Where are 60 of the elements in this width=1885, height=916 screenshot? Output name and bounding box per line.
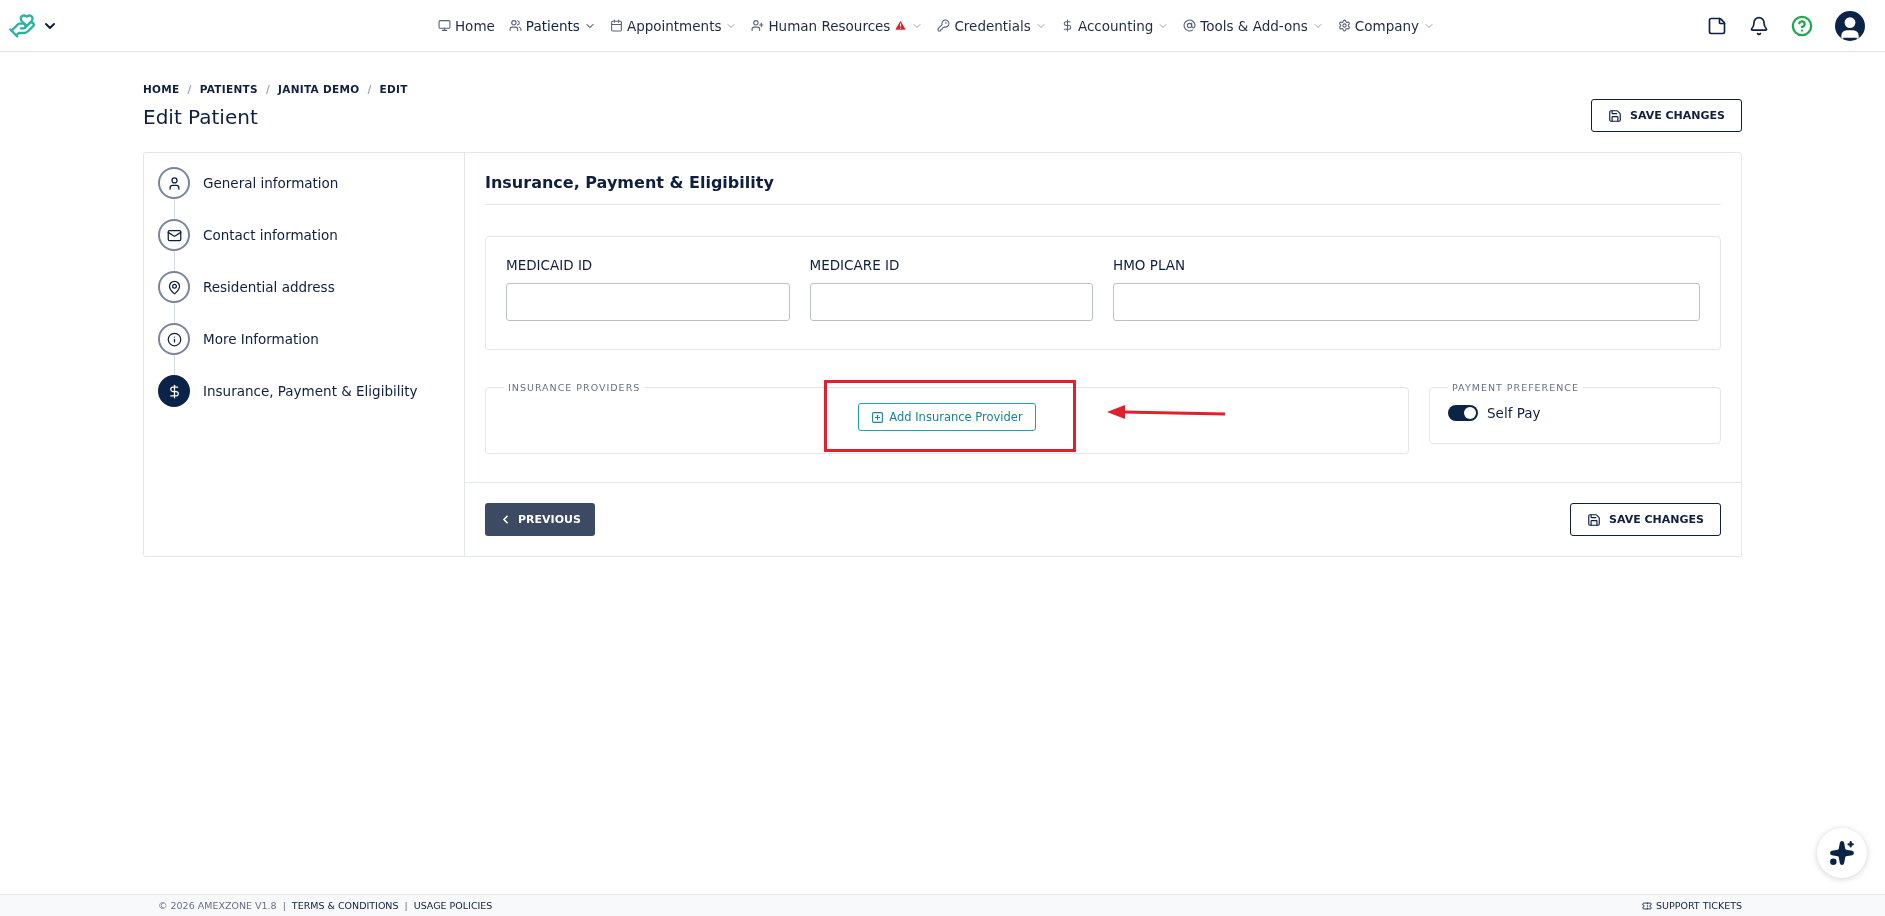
plus-square-icon bbox=[871, 410, 885, 424]
field-label: MEDICAID ID bbox=[506, 257, 594, 273]
field-label: HMO PLAN bbox=[1113, 257, 1187, 273]
step-item[interactable]: Insurance, Payment & Eligibility bbox=[158, 375, 450, 407]
ticket-icon bbox=[1642, 900, 1653, 911]
breadcrumb-separator: / bbox=[187, 83, 192, 95]
nav-link[interactable]: Human Resources bbox=[751, 17, 924, 34]
copyright-text: © 2026 AMEXZONE V1.8 bbox=[158, 900, 277, 911]
step-item[interactable]: Contact information bbox=[158, 219, 450, 251]
breadcrumb-item[interactable]: HOME bbox=[143, 83, 180, 95]
field-label: MEDICARE ID bbox=[809, 257, 901, 273]
step-item[interactable]: Residential address bbox=[158, 271, 450, 303]
save-button[interactable]: SAVE CHANGES bbox=[1570, 503, 1721, 536]
link-separator: | bbox=[282, 900, 286, 911]
input-field[interactable] bbox=[506, 283, 790, 321]
gear-icon bbox=[1337, 19, 1351, 32]
save-icon bbox=[1587, 512, 1601, 527]
breadcrumb-separator: / bbox=[367, 83, 372, 95]
step-item[interactable]: More Information bbox=[158, 323, 450, 355]
help-icon[interactable] bbox=[1791, 14, 1813, 37]
link-separator: | bbox=[404, 900, 408, 911]
key-icon bbox=[937, 19, 951, 32]
input-field[interactable] bbox=[1113, 283, 1700, 321]
at-sign-icon bbox=[1183, 19, 1197, 32]
user-plus-icon bbox=[751, 19, 765, 32]
page-title: Edit Patient bbox=[143, 105, 259, 129]
footer-link[interactable]: USAGE POLICIES bbox=[413, 900, 493, 911]
nav-link[interactable]: Appointments bbox=[609, 17, 738, 34]
save-button[interactable]: SAVE CHANGES bbox=[1591, 99, 1742, 132]
ai-assistant-button[interactable] bbox=[1817, 828, 1867, 878]
logo-icon[interactable] bbox=[8, 11, 36, 40]
sparkles-icon bbox=[1829, 840, 1855, 866]
nav-link[interactable]: Accounting bbox=[1060, 17, 1170, 34]
add-insurance-provider-button[interactable]: Add Insurance Provider bbox=[858, 403, 1036, 431]
save-icon bbox=[1608, 108, 1622, 123]
panel-legend: PAYMENT PREFERENCE bbox=[1448, 382, 1583, 393]
panel-legend: INSURANCE PROVIDERS bbox=[504, 382, 645, 393]
note-icon[interactable] bbox=[1707, 15, 1727, 36]
support-tickets-link[interactable]: SUPPORT TICKETS bbox=[1642, 900, 1742, 911]
step-item[interactable]: General information bbox=[158, 167, 450, 199]
calendar-icon bbox=[609, 19, 623, 32]
nav-link[interactable]: Tools & Add-ons bbox=[1183, 17, 1324, 34]
input-field[interactable] bbox=[809, 283, 1094, 321]
bell-icon[interactable] bbox=[1749, 15, 1769, 36]
toggle-label: Self Pay bbox=[1487, 405, 1541, 421]
breadcrumb-item[interactable]: JANITA DEMO bbox=[278, 83, 360, 95]
footer-link[interactable]: TERMS & CONDITIONS bbox=[291, 900, 399, 911]
nav-link[interactable]: Company bbox=[1337, 17, 1436, 34]
avatar[interactable] bbox=[1835, 10, 1865, 41]
breadcrumb-separator: / bbox=[265, 83, 271, 95]
breadcrumb-item[interactable]: PATIENTS bbox=[199, 83, 258, 95]
users-icon bbox=[508, 19, 522, 32]
toggle-switch[interactable] bbox=[1448, 405, 1478, 421]
monitor-icon bbox=[437, 19, 451, 32]
nav-link[interactable]: Credentials bbox=[937, 17, 1047, 34]
nav-link[interactable]: Home bbox=[437, 17, 495, 34]
section-title: Insurance, Payment & Eligibility bbox=[485, 169, 1721, 205]
nav-link[interactable]: Patients bbox=[508, 17, 596, 34]
breadcrumb-item[interactable]: EDIT bbox=[379, 83, 408, 95]
previous-button[interactable]: PREVIOUS bbox=[485, 503, 595, 536]
